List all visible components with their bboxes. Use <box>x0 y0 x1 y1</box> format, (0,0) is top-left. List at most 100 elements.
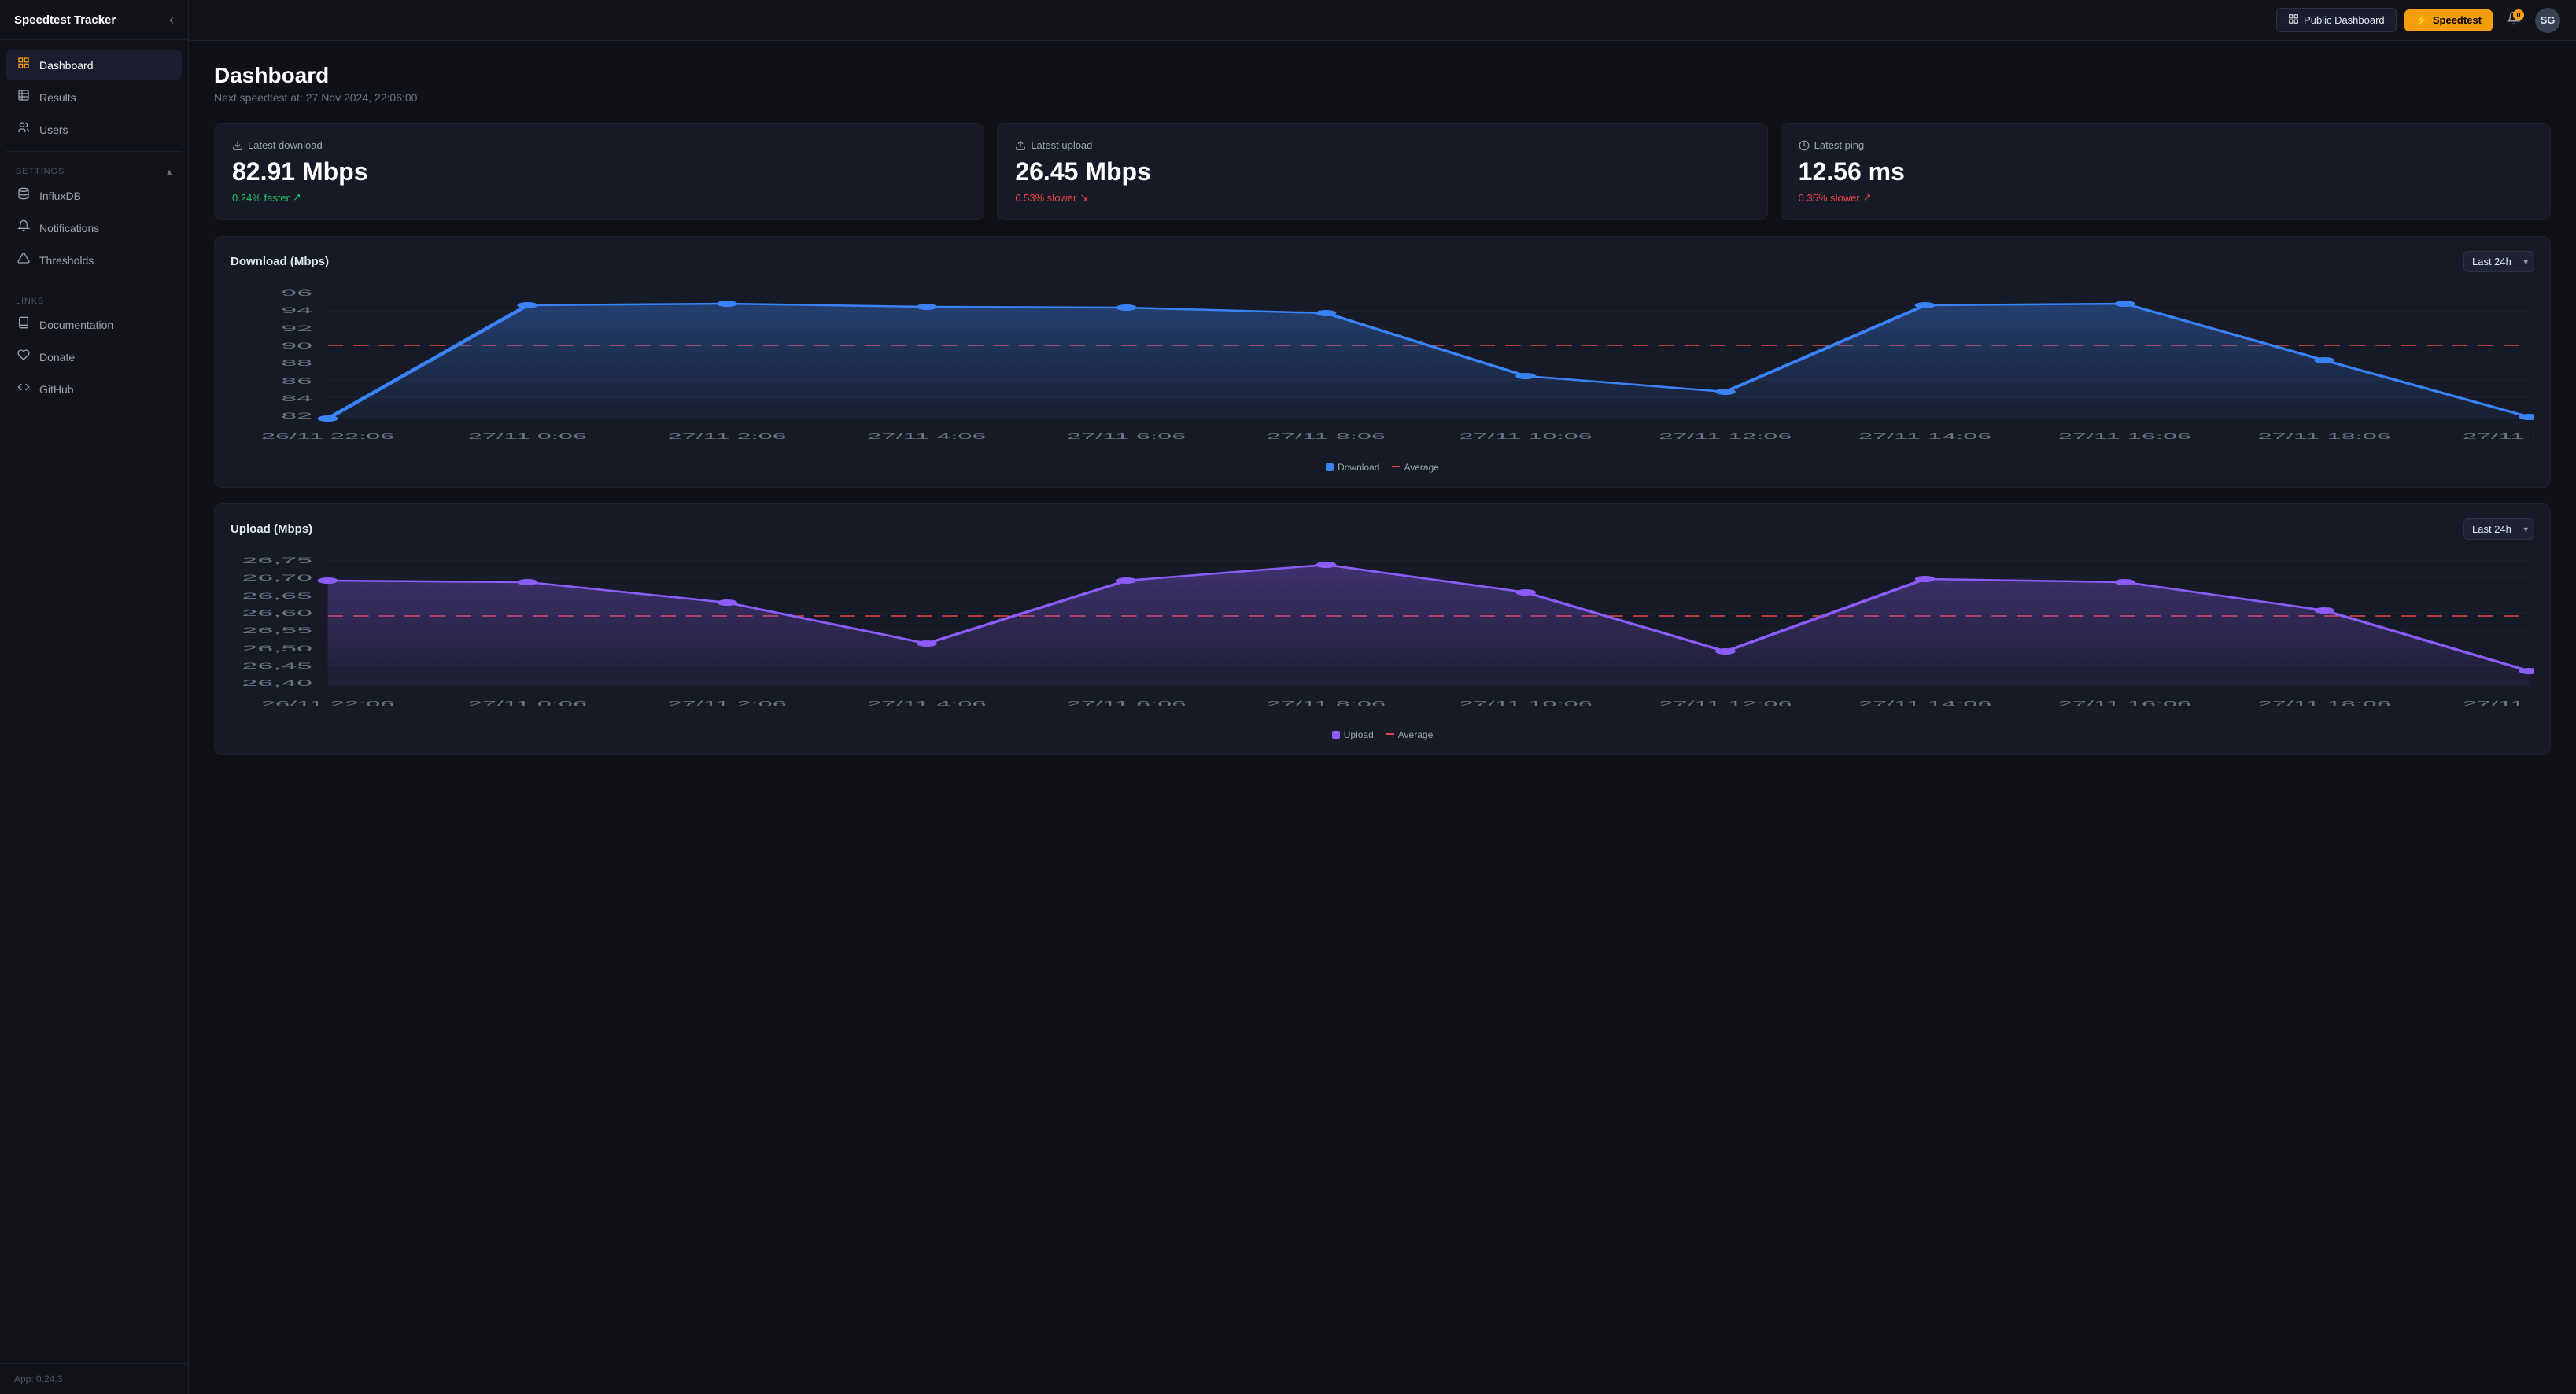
sidebar-item-donate[interactable]: Donate <box>6 341 182 372</box>
download-value: 82.91 Mbps <box>232 157 966 186</box>
upload-stat-card: Latest upload 26.45 Mbps 0.53% slower ↘ <box>997 123 1767 220</box>
svg-text:96: 96 <box>281 288 312 297</box>
svg-text:26,55: 26,55 <box>242 625 313 635</box>
page-title: Dashboard <box>214 63 2551 88</box>
user-avatar[interactable]: SG <box>2535 8 2560 33</box>
database-icon <box>16 187 31 204</box>
main-content: Dashboard Next speedtest at: 27 Nov 2024… <box>189 41 2576 1394</box>
bell-icon <box>16 219 31 236</box>
upload-label: Latest upload <box>1015 139 1749 151</box>
sidebar-item-users[interactable]: Users <box>6 114 182 145</box>
notifications-bell-button[interactable]: 0 <box>2500 8 2527 32</box>
ping-value: 12.56 ms <box>1799 157 2533 186</box>
sidebar-item-label: Results <box>39 91 76 104</box>
svg-text:27/11 10:06: 27/11 10:06 <box>1460 699 1592 708</box>
sidebar-item-label: Dashboard <box>39 59 94 72</box>
svg-text:26/11 22:06: 26/11 22:06 <box>261 699 394 708</box>
svg-text:27/11 18:06: 27/11 18:06 <box>2258 432 2391 441</box>
svg-text:27/11 12:06: 27/11 12:06 <box>1659 699 1792 708</box>
sidebar-item-github[interactable]: GitHub <box>6 374 182 404</box>
svg-text:27/11 2:06: 27/11 2:06 <box>668 699 787 708</box>
download-change: 0.24% faster ↗ <box>232 191 966 204</box>
average-legend-dot <box>1392 466 1400 469</box>
svg-text:27/11 20:06: 27/11 20:06 <box>2463 432 2534 441</box>
ping-label: Latest ping <box>1799 139 2533 151</box>
svg-text:26,65: 26,65 <box>242 591 313 600</box>
upload-chart-header: Upload (Mbps) Last 24h Last 7d Last 30d <box>231 518 2534 540</box>
notifications-badge: 0 <box>2513 9 2524 20</box>
download-chart-legend: Download Average <box>231 462 2534 473</box>
svg-text:26,75: 26,75 <box>242 555 313 565</box>
download-time-select[interactable]: Last 24h Last 7d Last 30d <box>2463 251 2534 272</box>
download-time-select-wrapper: Last 24h Last 7d Last 30d <box>2463 251 2534 272</box>
svg-text:27/11 0:06: 27/11 0:06 <box>468 699 587 708</box>
svg-text:27/11 16:06: 27/11 16:06 <box>2058 699 2191 708</box>
download-chart-container: 96 94 92 90 88 86 84 82 <box>231 282 2534 473</box>
upload-legend-label: Upload <box>1344 729 1374 740</box>
sidebar-item-documentation[interactable]: Documentation <box>6 309 182 340</box>
download-stat-card: Latest download 82.91 Mbps 0.24% faster … <box>214 123 984 220</box>
upload-chart-card: Upload (Mbps) Last 24h Last 7d Last 30d … <box>214 503 2551 755</box>
upload-average-legend-dot <box>1386 733 1394 736</box>
chevron-up-icon: ▴ <box>167 166 172 177</box>
upload-chart-legend: Upload Average <box>231 729 2534 740</box>
speedtest-icon: ⚡ <box>2415 14 2428 27</box>
sidebar-item-thresholds[interactable]: Thresholds <box>6 245 182 275</box>
upload-chart-container: 26,75 26,70 26,65 26,60 26,55 26,50 26,4… <box>231 549 2534 740</box>
svg-text:26,45: 26,45 <box>242 661 313 670</box>
sidebar-collapse-button[interactable]: ‹ <box>169 13 174 27</box>
svg-text:26,50: 26,50 <box>242 644 313 653</box>
upload-time-select-wrapper: Last 24h Last 7d Last 30d <box>2463 518 2534 540</box>
stat-cards: Latest download 82.91 Mbps 0.24% faster … <box>214 123 2551 220</box>
svg-text:27/11 14:06: 27/11 14:06 <box>1858 699 1991 708</box>
upload-time-select[interactable]: Last 24h Last 7d Last 30d <box>2463 518 2534 540</box>
svg-text:27/11 2:06: 27/11 2:06 <box>668 432 787 441</box>
code-icon <box>16 381 31 397</box>
svg-text:27/11 14:06: 27/11 14:06 <box>1858 432 1991 441</box>
public-dashboard-button[interactable]: Public Dashboard <box>2276 8 2397 32</box>
upload-legend-item: Upload <box>1332 729 1374 740</box>
svg-text:27/11 6:06: 27/11 6:06 <box>1067 432 1186 441</box>
dashboard-icon <box>16 57 31 73</box>
speedtest-button[interactable]: ⚡ Speedtest <box>2404 9 2493 31</box>
book-icon <box>16 316 31 333</box>
upload-legend-dot <box>1332 731 1340 739</box>
svg-text:27/11 8:06: 27/11 8:06 <box>1267 432 1386 441</box>
heart-icon <box>16 348 31 365</box>
svg-text:27/11 18:06: 27/11 18:06 <box>2258 699 2391 708</box>
triangle-icon <box>16 252 31 268</box>
results-icon <box>16 89 31 105</box>
down-arrow-icon: ↘ <box>1079 191 1088 204</box>
upload-chart-title: Upload (Mbps) <box>231 522 312 536</box>
upload-average-legend-label: Average <box>1398 729 1433 740</box>
svg-text:27/11 12:06: 27/11 12:06 <box>1659 432 1792 441</box>
sidebar-item-results[interactable]: Results <box>6 82 182 112</box>
download-chart-card: Download (Mbps) Last 24h Last 7d Last 30… <box>214 236 2551 488</box>
speedtest-label: Speedtest <box>2433 14 2482 26</box>
svg-text:27/11 0:06: 27/11 0:06 <box>468 432 587 441</box>
sidebar-item-notifications[interactable]: Notifications <box>6 212 182 243</box>
sidebar-footer: App: 0.24.3 <box>0 1363 188 1394</box>
download-chart-title: Download (Mbps) <box>231 255 329 268</box>
app-title: Speedtest Tracker <box>14 13 116 27</box>
sidebar-item-label: GitHub <box>39 383 74 396</box>
topbar: Public Dashboard ⚡ Speedtest 0 SG <box>189 0 2576 41</box>
sidebar-item-label: Documentation <box>39 319 113 331</box>
public-dashboard-icon <box>2288 13 2299 27</box>
sidebar-item-dashboard[interactable]: Dashboard <box>6 50 182 80</box>
svg-text:27/11 8:06: 27/11 8:06 <box>1267 699 1386 708</box>
svg-text:90: 90 <box>281 341 312 350</box>
download-legend-label: Download <box>1338 462 1379 473</box>
sidebar-item-influxdb[interactable]: InfluxDB <box>6 180 182 211</box>
svg-text:88: 88 <box>281 358 312 367</box>
svg-text:84: 84 <box>281 393 312 403</box>
settings-section-label: Settings ▴ <box>6 158 182 180</box>
svg-text:26,70: 26,70 <box>242 573 313 582</box>
upload-change: 0.53% slower ↘ <box>1015 191 1749 204</box>
sidebar-item-label: Donate <box>39 351 75 363</box>
sidebar-item-label: Thresholds <box>39 254 94 267</box>
svg-text:82: 82 <box>281 411 312 420</box>
up-arrow-icon: ↗ <box>293 191 301 204</box>
sidebar-header: Speedtest Tracker ‹ <box>0 0 188 40</box>
svg-text:27/11 6:06: 27/11 6:06 <box>1067 699 1186 708</box>
